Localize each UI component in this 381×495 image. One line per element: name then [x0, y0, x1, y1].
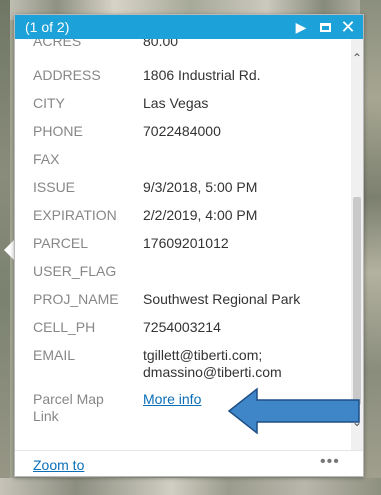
attribute-key: FAX — [33, 151, 60, 167]
close-icon: ✕ — [340, 17, 356, 37]
feature-counter: (1 of 2) — [25, 19, 70, 35]
attribute-value: 9/3/2018, 5:00 PM — [143, 179, 258, 195]
attribute-key: USER_FLAG — [33, 263, 117, 279]
attribute-value: 2/2/2019, 4:00 PM — [143, 207, 258, 223]
scroll-up-icon[interactable]: ⌃ — [352, 52, 362, 64]
attribute-key: CITY — [33, 95, 65, 111]
feature-popup: (1 of 2) ▶ ✕ ACRES 80.00 ADDRESS 1806 In… — [14, 14, 364, 477]
maximize-button[interactable] — [316, 18, 334, 36]
attribute-value: 7022484000 — [143, 123, 221, 139]
maximize-icon — [319, 23, 331, 32]
attribute-key: Parcel Map Link — [33, 391, 104, 424]
more-info-link[interactable]: More info — [143, 391, 201, 407]
map-tiles-bottom — [0, 478, 381, 495]
email-value-1: tgillett@tiberti.com; — [143, 347, 263, 363]
attribute-key: EMAIL — [33, 347, 76, 363]
attribute-key: ADDRESS — [33, 67, 101, 83]
more-actions-button[interactable]: ••• — [320, 453, 340, 471]
popup-header: (1 of 2) ▶ ✕ — [15, 15, 363, 39]
attribute-key: PHONE — [33, 123, 83, 139]
attribute-value: 17609201012 — [143, 235, 229, 251]
attribute-value: 1806 Industrial Rd. — [143, 67, 261, 83]
attribute-key: ACRES — [33, 39, 82, 49]
attribute-key: PROJ_NAME — [33, 291, 119, 307]
arrow-left-icon — [227, 387, 360, 435]
attribute-value: 80.00 — [143, 39, 179, 49]
attribute-value: Southwest Regional Park — [143, 291, 301, 307]
scrollbar-thumb[interactable] — [353, 197, 361, 405]
attribute-value: Las Vegas — [143, 95, 209, 111]
next-feature-button[interactable]: ▶ — [292, 18, 310, 36]
attribute-value: 7254003214 — [143, 319, 221, 335]
zoom-to-link[interactable]: Zoom to — [33, 457, 84, 473]
attribute-key: CELL_PH — [33, 319, 96, 335]
attribute-key: EXPIRATION — [33, 207, 117, 223]
play-icon: ▶ — [295, 19, 307, 35]
close-button[interactable]: ✕ — [339, 18, 357, 36]
attribute-key: PARCEL — [33, 235, 88, 251]
attribute-key: ISSUE — [33, 179, 76, 195]
popup-footer: Zoom to ••• — [15, 450, 363, 477]
email-value-2: dmassino@tiberti.com — [143, 364, 282, 380]
attribute-value: tgillett@tiberti.com; dmassino@tiberti.c… — [143, 347, 343, 381]
